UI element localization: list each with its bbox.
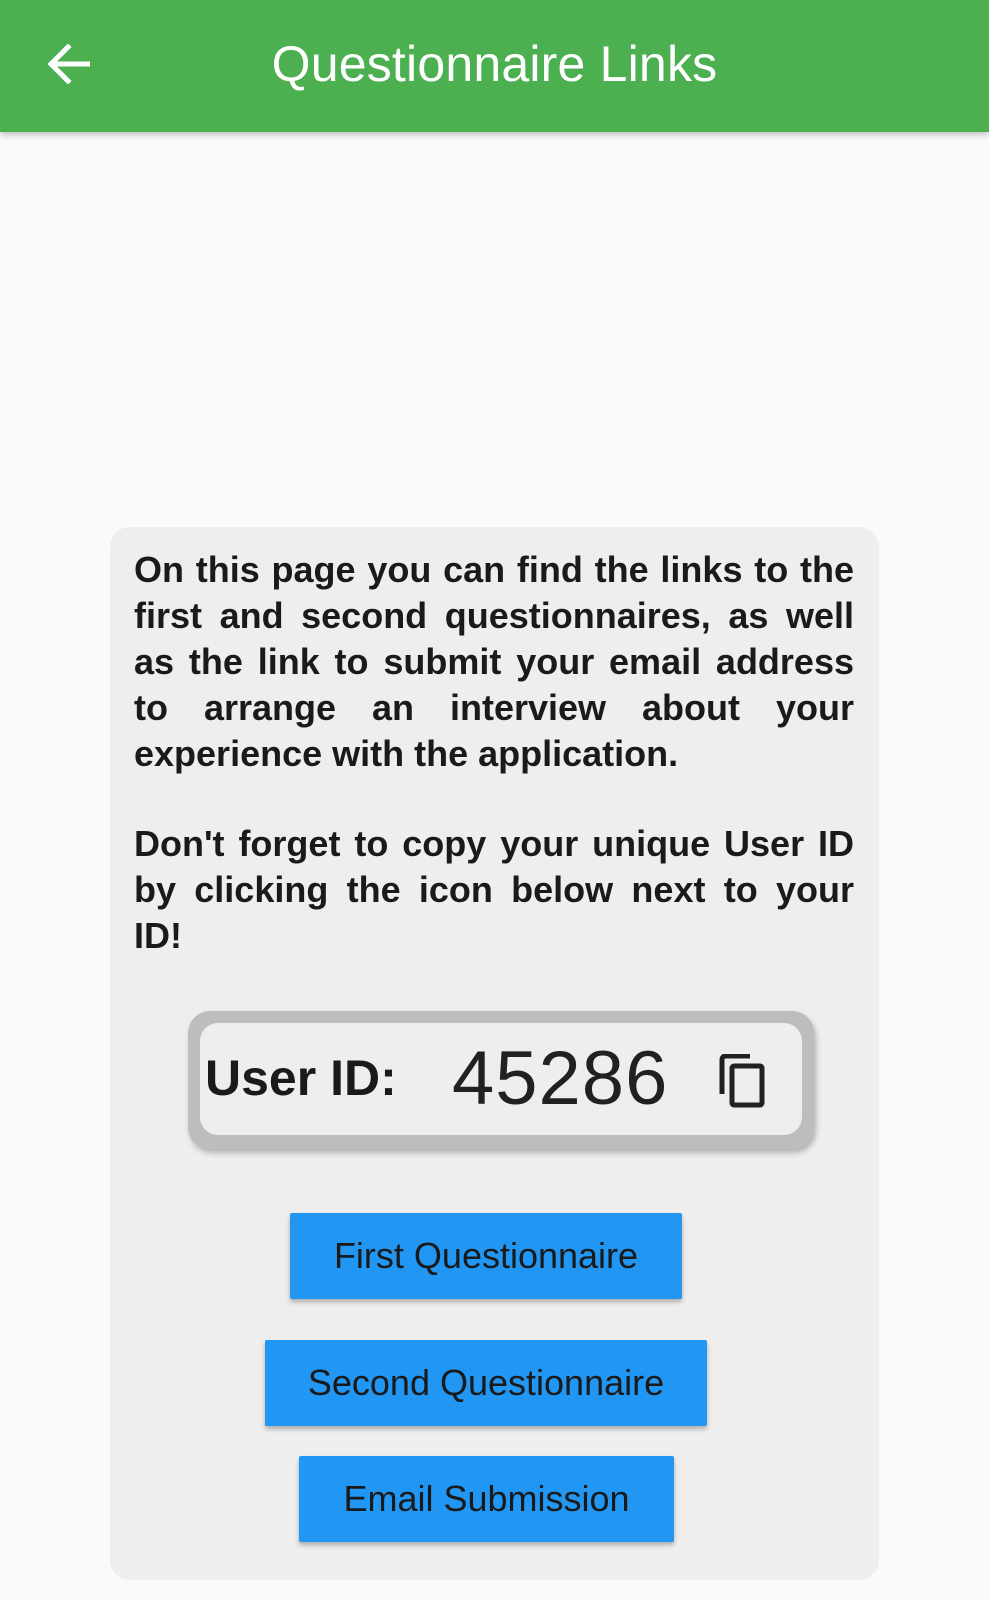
copy-reminder-paragraph: Don't forget to copy your unique User ID… [134,823,854,956]
app-bar: Questionnaire Links [0,0,989,132]
user-id-inner: User ID: 45286 [200,1023,802,1135]
first-questionnaire-button[interactable]: First Questionnaire [290,1213,682,1299]
user-id-value: 45286 [452,1036,669,1121]
copy-user-id-button[interactable] [712,1049,772,1113]
email-submission-button[interactable]: Email Submission [299,1456,674,1542]
copy-icon [719,1054,765,1108]
user-id-panel: User ID: 45286 [188,1011,814,1149]
info-card: On this page you can find the links to t… [110,527,879,1580]
second-questionnaire-button[interactable]: Second Questionnaire [265,1340,707,1426]
user-id-label: User ID: [205,1050,397,1106]
intro-paragraph: On this page you can find the links to t… [134,549,854,774]
page-title: Questionnaire Links [271,36,718,92]
